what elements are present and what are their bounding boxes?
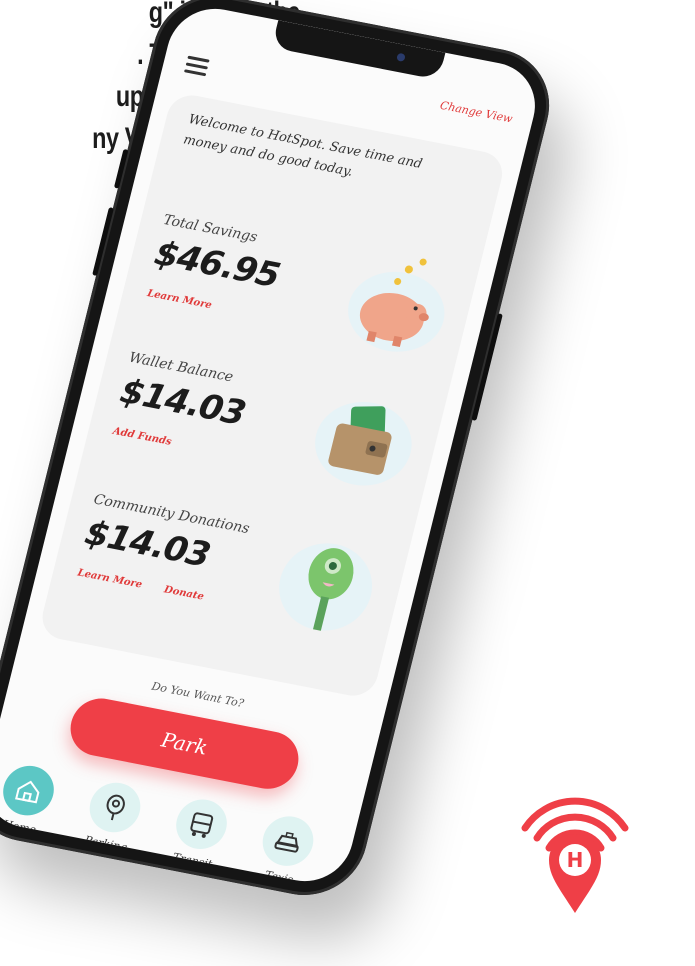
parking-meter-donation-icon [279, 543, 373, 631]
tab-parking[interactable]: Parking [70, 777, 156, 857]
donate-link[interactable]: Donate [163, 584, 205, 602]
tab-home[interactable]: Home [0, 760, 69, 840]
piggy-bank-icon [348, 258, 445, 352]
change-view-link[interactable]: Change View [439, 99, 514, 126]
welcome-message: Welcome to HotSpot. Save time and money … [181, 112, 424, 180]
taxi-icon [257, 812, 319, 871]
bus-icon [170, 795, 233, 854]
hotspot-logo-icon: H [521, 797, 629, 913]
tab-transit[interactable]: Transit [156, 793, 242, 873]
home-icon [0, 761, 60, 820]
donations-learn-more-link[interactable]: Learn More [76, 567, 143, 590]
tab-taxis[interactable]: Taxis [243, 810, 329, 889]
hamburger-menu-icon[interactable] [183, 55, 210, 81]
tab-label: Home [1, 817, 38, 837]
tab-label: Taxis [263, 868, 295, 887]
bottom-tab-bar: Home Parking Transit Taxis [0, 760, 346, 889]
tab-label: Parking [83, 833, 129, 855]
camera-icon [396, 52, 406, 62]
svg-text:H: H [567, 848, 584, 872]
phone-notch [271, 20, 446, 80]
savings-learn-more-link[interactable]: Learn More [146, 288, 213, 311]
wallet-icon [315, 401, 412, 486]
tab-label: Transit [171, 850, 214, 871]
parking-meter-icon [84, 778, 146, 837]
total-savings-amount: $46.95 [150, 233, 284, 297]
add-funds-link[interactable]: Add Funds [112, 426, 173, 448]
